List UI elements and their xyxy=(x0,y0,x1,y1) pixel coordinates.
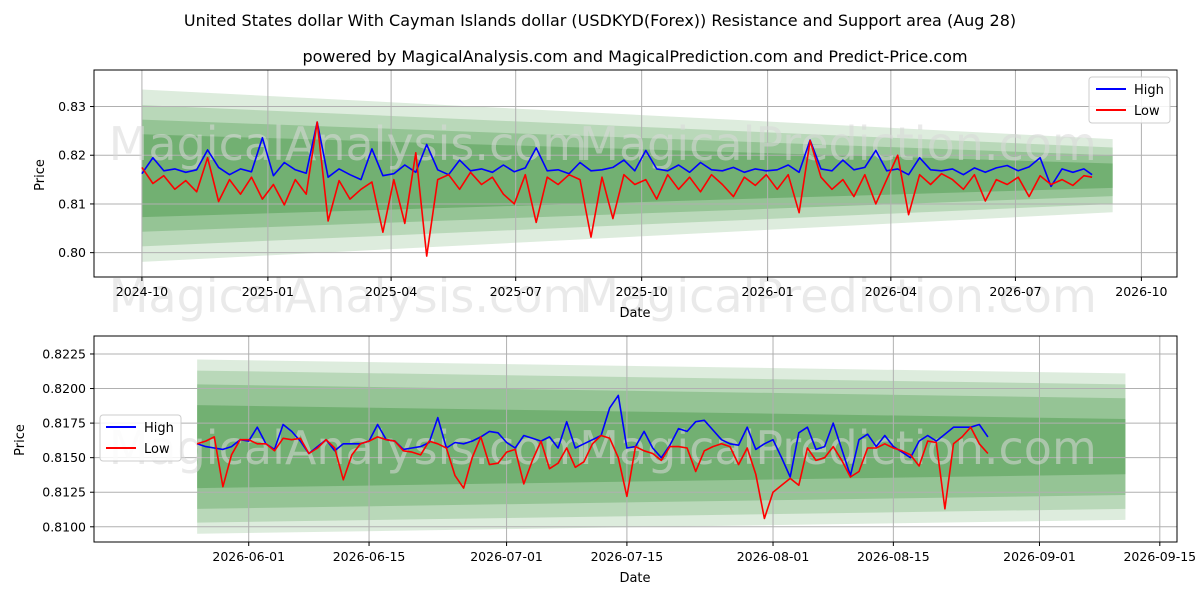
chart-subtitle: powered by MagicalAnalysis.com and Magic… xyxy=(302,47,967,66)
top-forecast-bands xyxy=(141,89,1113,262)
top-x-axis-label: Date xyxy=(619,306,650,321)
bottom-chart: MagicalAnalysis.com MagicalPrediction.co… xyxy=(13,335,1196,586)
x-tick-label: 2026-08-01 xyxy=(737,549,810,564)
y-tick-label: 0.80 xyxy=(58,245,86,260)
top-legend: High Low xyxy=(1088,76,1171,124)
x-tick-label: 2026-08-15 xyxy=(857,549,930,564)
bottom-legend: High Low xyxy=(99,414,182,462)
top-watermark-right: MagicalPrediction.com xyxy=(579,117,1097,171)
bottom-legend-high-label: High xyxy=(144,421,174,436)
figure: United States dollar With Cayman Islands… xyxy=(13,11,1196,586)
x-tick-label: 2026-07 xyxy=(989,284,1041,299)
chart-title: United States dollar With Cayman Islands… xyxy=(184,11,1016,30)
bottom-x-ticks: 2026-06-01 2026-06-15 2026-07-01 2026-07-15… xyxy=(212,542,1196,564)
y-tick-label: 0.82 xyxy=(58,148,86,163)
x-tick-label: 2026-10 xyxy=(1115,284,1167,299)
x-tick-label: 2026-06-01 xyxy=(212,549,285,564)
x-tick-label: 2024-10 xyxy=(116,284,168,299)
x-tick-label: 2026-06-15 xyxy=(333,549,406,564)
x-tick-label: 2025-04 xyxy=(365,284,417,299)
y-tick-label: 0.8150 xyxy=(42,450,86,465)
top-legend-high-label: High xyxy=(1134,83,1164,98)
x-tick-label: 2026-04 xyxy=(865,284,917,299)
top-watermark-left: MagicalAnalysis.com xyxy=(109,117,588,171)
x-tick-label: 2026-09-01 xyxy=(1003,549,1076,564)
top-y-ticks: 0.80 0.81 0.82 0.83 xyxy=(58,99,94,260)
x-tick-label: 2025-01 xyxy=(242,284,294,299)
y-tick-label: 0.8100 xyxy=(42,519,86,534)
bottom-y-axis-label: Price xyxy=(13,424,28,456)
y-tick-label: 0.8175 xyxy=(42,416,86,431)
y-tick-label: 0.8200 xyxy=(42,381,86,396)
bottom-y-ticks: 0.8100 0.8125 0.8150 0.8175 0.8200 0.8225 xyxy=(42,346,94,534)
x-tick-label: 2026-07-15 xyxy=(591,549,664,564)
x-tick-label: 2025-10 xyxy=(616,284,668,299)
x-tick-label: 2026-01 xyxy=(742,284,794,299)
x-tick-label: 2025-07 xyxy=(490,284,542,299)
bottom-legend-low-label: Low xyxy=(144,442,170,457)
bottom-x-axis-label: Date xyxy=(619,571,650,586)
x-tick-label: 2026-07-01 xyxy=(470,549,543,564)
y-tick-label: 0.8225 xyxy=(42,346,86,361)
x-tick-label: 2026-09-15 xyxy=(1123,549,1196,564)
top-legend-low-label: Low xyxy=(1134,104,1160,119)
y-tick-label: 0.8125 xyxy=(42,485,86,500)
y-tick-label: 0.83 xyxy=(58,99,86,114)
top-chart: MagicalAnalysis.com MagicalPrediction.co… xyxy=(33,69,1178,323)
top-y-axis-label: Price xyxy=(33,159,48,191)
y-tick-label: 0.81 xyxy=(58,196,86,211)
bottom-watermark-right: MagicalPrediction.com xyxy=(579,421,1097,475)
